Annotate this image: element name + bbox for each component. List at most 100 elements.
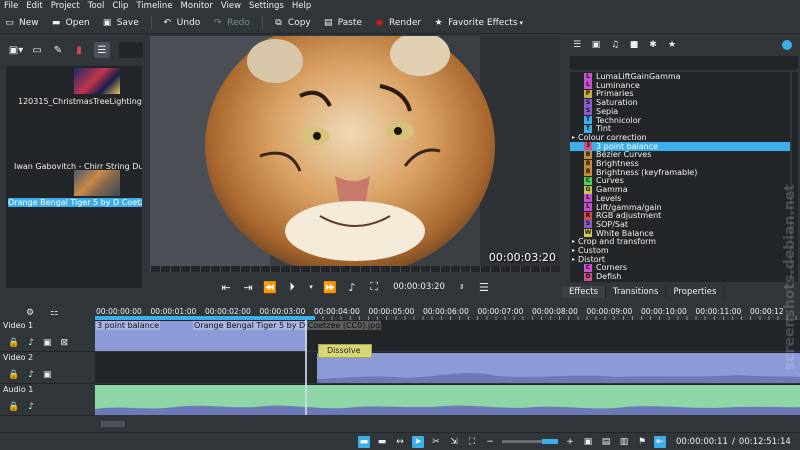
bin-clip-selected[interactable]: Orange Bengal Tiger 5 by D Coetze xyxy=(6,170,142,210)
render-button[interactable]: ◉ Render xyxy=(374,17,421,28)
audio-thumbnails-icon[interactable]: ▬ xyxy=(376,436,388,448)
paste-button[interactable]: ▤ Paste xyxy=(323,17,362,28)
menu-timeline[interactable]: Timeline xyxy=(136,1,172,11)
track-video1[interactable]: 3 point balance Orange Bengal Tiger 5 by… xyxy=(95,320,800,352)
play-dropdown-icon[interactable]: ▾ xyxy=(307,280,315,294)
menu-view[interactable]: View xyxy=(221,1,241,11)
mute-icon[interactable]: ♪ xyxy=(28,370,34,380)
timeline-scrollbar[interactable] xyxy=(95,420,800,428)
redo-button[interactable]: ↷ Redo xyxy=(212,17,250,28)
effect-item[interactable]: T Tint xyxy=(570,124,790,133)
effect-category[interactable]: ▸ Colour correction xyxy=(570,133,790,142)
copy-button[interactable]: ⧉ Copy xyxy=(273,17,311,28)
custom-effects-icon[interactable]: ■ xyxy=(629,40,639,50)
expand-arrow-icon[interactable]: ▸ xyxy=(572,237,575,246)
timeline-clip[interactable]: Orange Bengal Tiger 5 by D Coetzee (CC0)… xyxy=(192,321,382,351)
audio-clip[interactable] xyxy=(95,385,800,415)
set-out-point-icon[interactable]: ⇥ xyxy=(241,280,255,294)
tab-properties[interactable]: Properties xyxy=(666,286,725,298)
effect-item[interactable]: R RGB adjustment xyxy=(570,211,790,220)
play-icon[interactable]: ⏵ xyxy=(285,280,299,294)
scrollbar-thumb[interactable] xyxy=(101,421,125,427)
lock-icon[interactable]: 🔒 xyxy=(8,402,19,412)
markers-icon[interactable]: ↔ xyxy=(394,436,406,448)
timeline-playhead[interactable] xyxy=(305,320,307,415)
spacer-tool-icon[interactable]: ⇲ xyxy=(448,436,460,448)
add-folder-icon[interactable]: ▭ xyxy=(31,44,43,56)
pin-icon[interactable]: ✱ xyxy=(648,40,658,50)
undo-button[interactable]: ↶ Undo xyxy=(162,17,201,28)
effect-category[interactable]: ▸ Distort xyxy=(570,255,790,264)
effect-item[interactable]: L Luminance xyxy=(570,81,790,90)
bin-clip[interactable]: Iwan Gabovitch - Chirr String Dur xyxy=(6,148,142,171)
menu-tool[interactable]: Tool xyxy=(88,1,105,11)
snap-icon[interactable]: ⇤ xyxy=(654,435,666,448)
effect-item[interactable]: D Defish xyxy=(570,272,790,281)
monitor-timecode[interactable]: 00:00:03:20 xyxy=(393,282,445,292)
menu-help[interactable]: Help xyxy=(292,1,311,11)
mute-icon[interactable]: ♪ xyxy=(28,402,34,412)
bin-filter-field[interactable] xyxy=(119,42,143,58)
display-icon[interactable]: ▣ xyxy=(582,436,594,448)
effects-list-icon[interactable]: ☰ xyxy=(572,40,582,50)
timeline-clip[interactable]: 3 point balance xyxy=(95,321,192,351)
effect-item[interactable]: W White Balance xyxy=(570,229,790,238)
effect-item[interactable]: T Technicolor xyxy=(570,116,790,125)
effect-item[interactable]: C Corners xyxy=(570,263,790,272)
zoom-slider[interactable] xyxy=(502,439,558,444)
volume-icon[interactable]: ♪ xyxy=(345,280,359,294)
info-icon[interactable] xyxy=(782,40,792,50)
track-audio1[interactable] xyxy=(95,384,800,416)
menu-settings[interactable]: Settings xyxy=(249,1,284,11)
bin-clip-list[interactable]: 120315_ChristmasTreeLighting Iwan Gabovi… xyxy=(6,66,142,288)
monitor-menu-icon[interactable]: ☰ xyxy=(477,280,491,294)
select-tool-icon[interactable]: ➤ xyxy=(412,435,424,448)
fit-zoom-icon[interactable]: ⛶ xyxy=(466,436,478,448)
composite-icon[interactable]: ⊠ xyxy=(60,338,68,348)
mute-icon[interactable]: ♪ xyxy=(28,338,34,348)
timeline-clip[interactable] xyxy=(317,353,800,383)
new-button[interactable]: ▭ New xyxy=(4,17,38,28)
dissolve-transition[interactable]: Dissolve xyxy=(318,344,372,358)
delete-icon[interactable]: ▮ xyxy=(73,44,85,56)
edit-clip-icon[interactable]: ✎ xyxy=(52,44,64,56)
menu-file[interactable]: File xyxy=(4,1,18,11)
monitor-ruler[interactable] xyxy=(150,266,560,272)
audio-effects-icon[interactable]: ♫ xyxy=(610,40,620,50)
menu-project[interactable]: Project xyxy=(51,1,80,11)
forward-icon[interactable]: ⏩ xyxy=(323,280,337,294)
expand-arrow-icon[interactable]: ▸ xyxy=(572,133,575,142)
menu-edit[interactable]: Edit xyxy=(26,1,42,11)
expand-arrow-icon[interactable]: ▸ xyxy=(572,246,575,255)
video-thumbnails-icon[interactable]: ▬ xyxy=(358,435,370,448)
add-clip-icon[interactable]: ▣▾ xyxy=(9,44,23,56)
effect-item[interactable]: G Gamma xyxy=(570,185,790,194)
film-icon[interactable]: ▤ xyxy=(600,436,612,448)
split-icon[interactable]: ▥ xyxy=(618,436,630,448)
effect-item[interactable]: S Saturation xyxy=(570,98,790,107)
menu-monitor[interactable]: Monitor xyxy=(181,1,213,11)
menu-clip[interactable]: Clip xyxy=(112,1,128,11)
effect-item[interactable]: B Brightness (keyframable) xyxy=(570,168,790,177)
effect-item[interactable]: S Sepia xyxy=(570,107,790,116)
effect-item[interactable]: L Lift/gamma/gain xyxy=(570,203,790,212)
hide-video-icon[interactable]: ▣ xyxy=(43,370,52,380)
favorite-icon[interactable]: ★ xyxy=(667,40,677,50)
hide-video-icon[interactable]: ▣ xyxy=(43,338,52,348)
effect-item[interactable]: S SOP/Sat xyxy=(570,220,790,229)
save-button[interactable]: ▣ Save xyxy=(102,17,139,28)
expand-arrow-icon[interactable]: ▸ xyxy=(572,255,575,264)
razor-tool-icon[interactable]: ✂ xyxy=(430,436,442,448)
zoom-in-icon[interactable]: + xyxy=(564,436,576,448)
lock-icon[interactable]: 🔒 xyxy=(8,370,19,380)
open-button[interactable]: ▬ Open xyxy=(51,17,90,28)
effect-item[interactable]: B Brightness xyxy=(570,159,790,168)
rewind-icon[interactable]: ⏪ xyxy=(263,280,277,294)
effect-item[interactable]: L LumaLiftGainGamma xyxy=(570,72,790,81)
effect-category[interactable]: ▸ Crop and transform xyxy=(570,237,790,246)
bin-clip[interactable]: 120315_ChristmasTreeLighting xyxy=(6,68,142,108)
split-audio-icon[interactable]: ⚏ xyxy=(50,308,58,318)
zoom-slider-handle[interactable] xyxy=(542,439,558,444)
set-in-point-icon[interactable]: ⇤ xyxy=(219,280,233,294)
fullscreen-icon[interactable]: ⛶ xyxy=(367,280,381,294)
